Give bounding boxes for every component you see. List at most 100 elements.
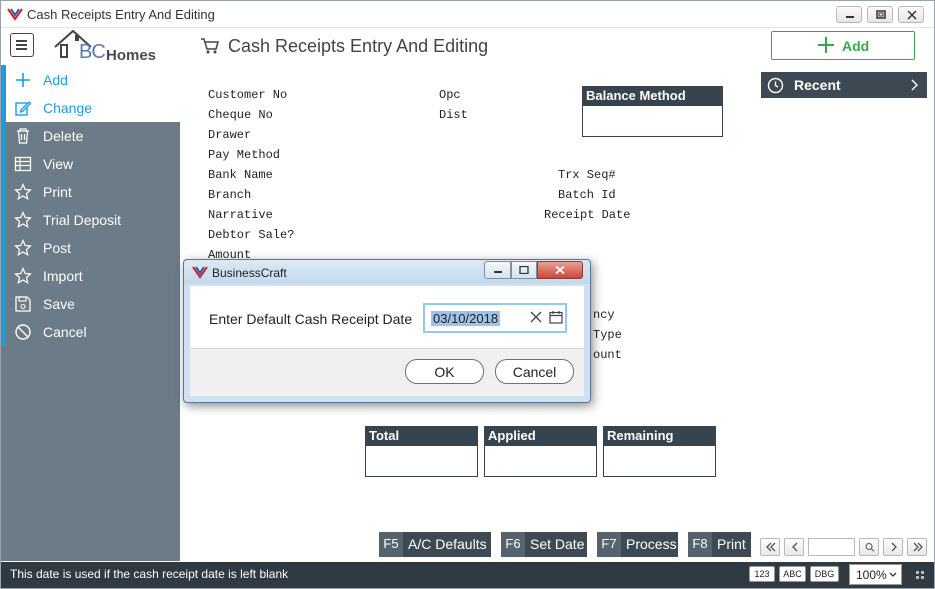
ok-button[interactable]: OK: [405, 359, 484, 384]
numlock-badge: 123: [749, 566, 775, 582]
cancel-button[interactable]: Cancel: [495, 359, 574, 384]
total-value-box: [365, 445, 478, 477]
chevron-left-icon: [792, 542, 798, 552]
minimize-button[interactable]: [836, 6, 862, 23]
sidebar-item-save[interactable]: Save: [6, 290, 180, 318]
dialog-title-bar: BusinessCraft: [184, 260, 590, 284]
trash-icon: [17, 128, 29, 144]
record-number-input[interactable]: [808, 538, 855, 556]
applied-title: Applied: [484, 426, 597, 445]
star-icon: [14, 239, 32, 257]
default-date-prompt: Enter Default Cash Receipt Date: [209, 311, 413, 327]
star-icon: [14, 183, 32, 201]
batch-id-label: Batch Id: [558, 188, 616, 202]
cancel-icon: [15, 324, 31, 340]
zoom-select[interactable]: 100%: [849, 564, 902, 585]
dialog-close-button[interactable]: [537, 261, 583, 279]
sidebar-item-label: Change: [43, 100, 93, 116]
fkey-label: A/C Defaults: [408, 536, 487, 552]
zoom-value: 100%: [856, 568, 887, 582]
sidebar-item-label: Save: [43, 296, 75, 312]
restore-icon: [519, 266, 529, 274]
sidebar-item-delete[interactable]: Delete: [6, 122, 180, 150]
restore-icon: [876, 10, 886, 19]
remaining-title: Remaining: [603, 426, 716, 445]
bank-name-label: Bank Name: [208, 168, 273, 182]
table-icon: [14, 156, 32, 172]
currency-label-partial: ncy: [593, 308, 615, 322]
sidebar-item-import[interactable]: Import: [6, 262, 180, 290]
status-bar: This date is used if the cash receipt da…: [1, 562, 934, 588]
recent-panel-toggle[interactable]: Recent: [761, 72, 927, 98]
close-button[interactable]: [898, 6, 924, 23]
sidebar-item-label: Import: [43, 268, 83, 284]
f6-set-date-button[interactable]: F6 Set Date: [501, 532, 587, 557]
fkey-code: F7: [597, 532, 621, 557]
next-record-button[interactable]: [883, 538, 903, 556]
sidebar-item-label: Cancel: [43, 324, 87, 340]
amount-label-partial: ount: [593, 348, 622, 362]
drawer-label: Drawer: [208, 128, 252, 142]
add-button[interactable]: Add: [771, 31, 915, 60]
brand-homes: Homes: [106, 47, 157, 64]
sidebar-item-cancel[interactable]: Cancel: [6, 318, 180, 346]
debug-badge: DBG: [810, 566, 839, 582]
pay-method-label: Pay Method: [208, 148, 281, 162]
narrative-label: Narrative: [208, 208, 273, 222]
window-title: Cash Receipts Entry And Editing: [27, 7, 215, 22]
add-button-label: Add: [842, 38, 870, 54]
clear-icon[interactable]: [530, 311, 542, 323]
fkey-code: F8: [688, 532, 712, 557]
fkey-code: F6: [501, 532, 525, 557]
cart-icon: [201, 38, 219, 54]
close-icon: [907, 10, 917, 20]
sidebar: Add Change Delete View Print Trial Depos…: [1, 65, 180, 561]
debtor-sale-label: Debtor Sale?: [208, 228, 295, 242]
calendar-icon[interactable]: [549, 310, 563, 324]
double-chevron-left-icon: [766, 542, 776, 552]
balance-method-box[interactable]: [582, 105, 723, 137]
branch-label: Branch: [208, 188, 252, 202]
type-label-partial: Type: [593, 328, 622, 342]
dist-label: Dist: [439, 108, 468, 122]
f8-print-button[interactable]: F8 Print: [688, 532, 751, 557]
opc-label: Opc: [439, 88, 461, 102]
applied-value-box: [484, 445, 597, 477]
default-date-input[interactable]: 03/10/2018: [423, 303, 567, 333]
brand-bc: BC: [79, 41, 106, 63]
close-icon: [555, 265, 565, 275]
dialog-maximize-button[interactable]: [511, 261, 537, 279]
sidebar-item-change[interactable]: Change: [6, 94, 180, 122]
sidebar-item-label: Trial Deposit: [43, 212, 122, 228]
star-icon: [14, 267, 32, 285]
last-record-button[interactable]: [907, 538, 927, 556]
sidebar-item-view[interactable]: View: [6, 150, 180, 178]
status-message: This date is used if the cash receipt da…: [10, 567, 289, 581]
sidebar-item-add[interactable]: Add: [6, 66, 180, 94]
sidebar-item-print[interactable]: Print: [6, 178, 180, 206]
app-logo-icon: [7, 8, 23, 21]
dialog-minimize-button[interactable]: [484, 261, 511, 279]
first-record-button[interactable]: [760, 538, 780, 556]
edit-icon: [15, 101, 32, 116]
date-value: 03/10/2018: [431, 311, 501, 326]
menu-button[interactable]: [10, 33, 34, 57]
search-record-button[interactable]: [859, 538, 879, 556]
f7-process-button[interactable]: F7 Process: [597, 532, 678, 557]
sidebar-item-trial-deposit[interactable]: Trial Deposit: [6, 206, 180, 234]
previous-record-button[interactable]: [784, 538, 804, 556]
app-logo-icon: [192, 266, 208, 279]
sidebar-item-post[interactable]: Post: [6, 234, 180, 262]
f5-ac-defaults-button[interactable]: F5 A/C Defaults: [379, 532, 491, 557]
sidebar-item-label: View: [43, 156, 74, 172]
resize-grip-icon[interactable]: [915, 570, 925, 580]
minimize-icon: [493, 271, 502, 273]
chevron-right-icon: [911, 79, 918, 91]
chevron-down-icon: [889, 572, 897, 577]
maximize-button[interactable]: [867, 6, 893, 23]
sidebar-item-label: Print: [43, 184, 72, 200]
fkey-label: Process: [626, 536, 677, 552]
plus-icon: [16, 73, 30, 87]
recent-label: Recent: [794, 77, 841, 93]
sidebar-item-label: Delete: [43, 128, 84, 144]
